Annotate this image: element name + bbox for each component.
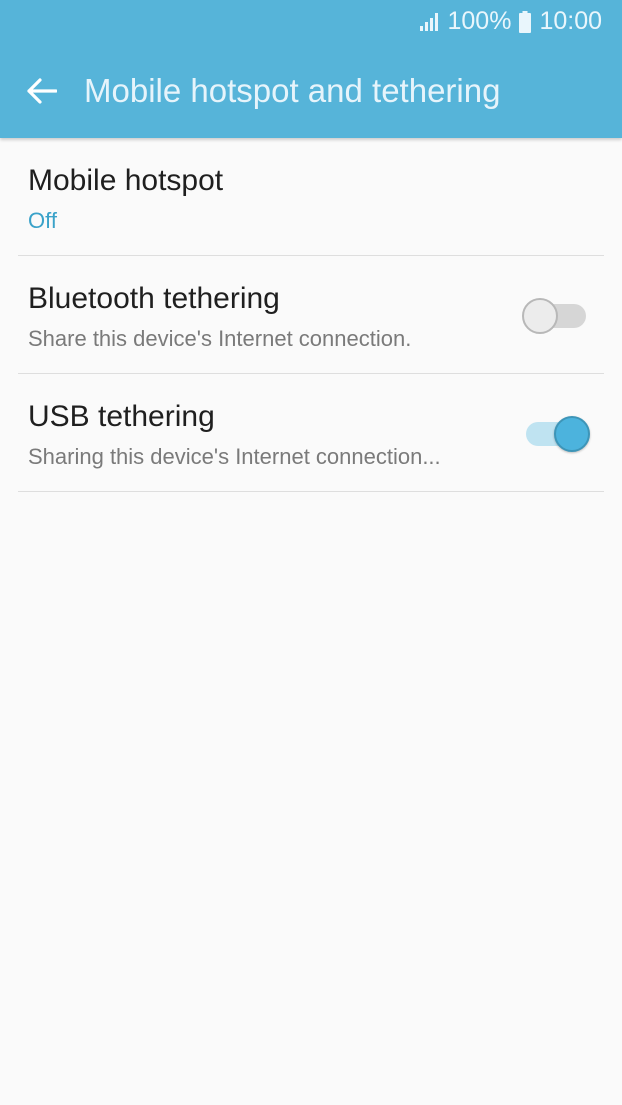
item-status: Off	[28, 208, 57, 233]
toggle-thumb	[554, 416, 590, 452]
battery-icon	[519, 10, 532, 33]
app-header: 100% 10:00 Mobile hotspot and tethering	[0, 0, 622, 138]
item-subtitle: Share this device's Internet connection.	[28, 326, 412, 351]
list-item-bluetooth-tethering[interactable]: Bluetooth tethering Share this device's …	[18, 256, 604, 374]
clock: 10:00	[539, 6, 602, 35]
screen: 100% 10:00 Mobile hotspot and tethering …	[0, 0, 622, 1105]
settings-list: Mobile hotspot Off Bluetooth tethering S…	[0, 138, 622, 492]
arrow-left-icon	[27, 78, 57, 104]
signal-icon	[420, 13, 439, 31]
list-item-mobile-hotspot[interactable]: Mobile hotspot Off	[18, 138, 604, 256]
toolbar: Mobile hotspot and tethering	[0, 52, 622, 130]
bluetooth-tethering-toggle[interactable]	[522, 296, 590, 336]
item-title: Bluetooth tethering	[28, 282, 280, 315]
item-title: USB tethering	[28, 400, 215, 433]
status-bar: 100% 10:00	[419, 0, 622, 42]
back-button[interactable]	[0, 52, 84, 130]
usb-tethering-toggle[interactable]	[522, 414, 590, 454]
item-subtitle: Sharing this device's Internet connectio…	[28, 444, 441, 469]
page-title: Mobile hotspot and tethering	[84, 72, 501, 109]
item-title: Mobile hotspot	[28, 164, 224, 197]
battery-percent: 100%	[447, 6, 512, 35]
toggle-thumb	[522, 298, 558, 334]
list-item-usb-tethering[interactable]: USB tethering Sharing this device's Inte…	[18, 374, 604, 492]
